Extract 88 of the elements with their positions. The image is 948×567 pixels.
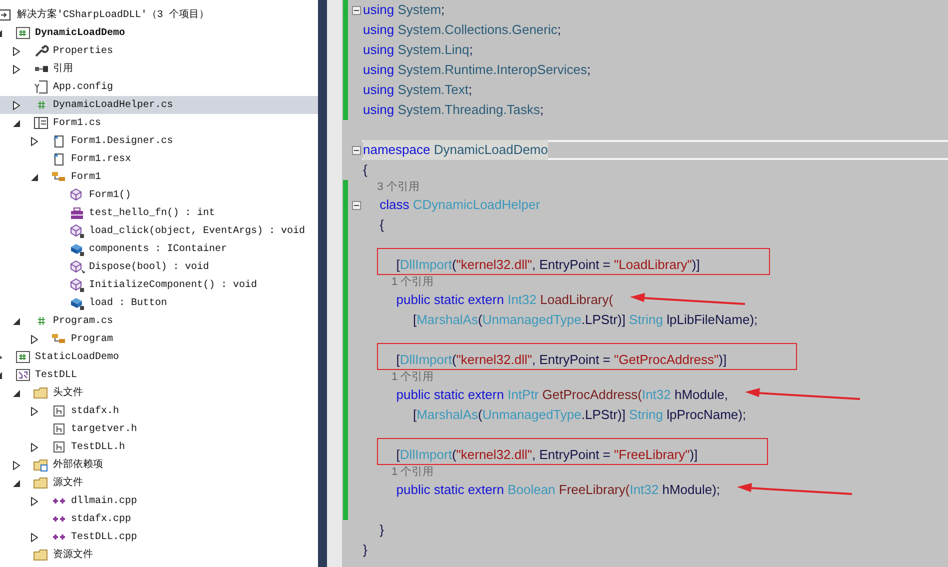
tree-item[interactable]: Form1() <box>0 186 318 204</box>
collapsed-arrow-icon[interactable] <box>13 100 20 110</box>
header-file-icon <box>51 421 67 437</box>
project-icon <box>15 25 31 41</box>
tree-item[interactable]: Form1.cs <box>0 114 318 132</box>
collapsed-arrow-icon[interactable] <box>31 334 38 344</box>
project-icon <box>15 367 31 383</box>
code-line: using System.Text; <box>363 81 472 100</box>
solution-icon <box>0 7 13 23</box>
code-line: [MarshalAs(UnmanagedType.LPStr)] String lpProcName); <box>412 406 746 424</box>
expanded-arrow-icon[interactable] <box>13 318 20 324</box>
collapsed-arrow-icon[interactable] <box>13 64 20 74</box>
tree-item[interactable]: Form1 <box>0 168 318 186</box>
code-line: } <box>380 521 384 540</box>
tree-item[interactable]: Program.cs <box>0 312 318 330</box>
folder-icon <box>33 385 49 401</box>
code-line: using System.Linq; <box>363 41 473 60</box>
tree-item[interactable]: 外部依赖项 <box>0 456 318 474</box>
collapsed-arrow-icon[interactable] <box>31 496 38 506</box>
code-line: [MarshalAs(UnmanagedType.LPStr)] String lpLibFileName); <box>412 311 758 330</box>
tree-item[interactable]: DynamicLoadHelper.cs <box>0 96 318 114</box>
code-line: public static extern Boolean FreeLibrary(Int32 hModule); <box>396 481 720 500</box>
tree-item[interactable]: 解决方案'CSharpLoadDLL'（3 个项目） <box>0 6 318 24</box>
collapse-icon[interactable] <box>352 146 361 155</box>
tree-item[interactable]: DynamicLoadDemo <box>0 24 318 42</box>
code-line: public static extern IntPtr GetProcAddress(Int32 hModule, <box>396 386 728 404</box>
tree-item[interactable]: StaticLoadDemo <box>0 348 318 366</box>
header-file-icon <box>51 403 67 419</box>
code-line: using System; <box>363 1 445 20</box>
tree-item[interactable]: 资源文件 <box>0 546 318 564</box>
code-line: public static extern Int32 LoadLibrary( <box>396 291 614 310</box>
code-line: using System.Collections.Generic; <box>363 21 561 40</box>
form-icon <box>33 115 49 131</box>
tree-item[interactable]: stdafx.h <box>0 402 318 420</box>
folder-icon <box>33 547 49 563</box>
tree-item[interactable]: Form1.resx <box>0 150 318 168</box>
wrench-icon <box>33 43 49 59</box>
field-icon <box>69 241 85 257</box>
tree-item[interactable]: App.config <box>0 78 318 96</box>
code-line: using System.Threading.Tasks; <box>363 101 544 120</box>
tree-item[interactable]: 头文件 <box>0 384 318 402</box>
folder-icon <box>33 457 49 473</box>
toolbox-icon <box>69 205 85 221</box>
code-line: } <box>363 541 368 560</box>
code-line: [DllImport("kernel32.dll", EntryPoint = "LoadLibrary")] <box>396 256 700 274</box>
tree-item[interactable]: load : Button <box>0 294 318 312</box>
code-line: using System.Runtime.InteropServices; <box>363 61 591 80</box>
tree-item[interactable]: load_click(object, EventArgs) : void <box>0 222 318 240</box>
collapsed-arrow-icon[interactable] <box>13 460 20 470</box>
collapsed-arrow-icon[interactable] <box>31 532 38 542</box>
collapsed-arrow-icon[interactable] <box>31 406 38 416</box>
tree-item[interactable]: 引用 <box>0 60 318 78</box>
method-icon <box>69 277 85 293</box>
tree-item[interactable]: Program <box>0 330 318 348</box>
tree-item[interactable]: Form1.Designer.cs <box>0 132 318 150</box>
collapsed-arrow-icon[interactable] <box>31 442 38 452</box>
code-line: { <box>363 161 368 180</box>
tree-item[interactable]: targetver.h <box>0 420 318 438</box>
tree-item[interactable]: stdafx.cpp <box>0 510 318 528</box>
tree-item[interactable]: 源文件 <box>0 474 318 492</box>
method-icon <box>69 259 85 275</box>
expanded-arrow-icon[interactable] <box>13 120 20 126</box>
tree-item[interactable]: test_hello_fn() : int <box>0 204 318 222</box>
collapse-icon[interactable] <box>352 201 361 210</box>
tree-item[interactable]: TestDLL.h <box>0 438 318 456</box>
tree-item[interactable]: Dispose(bool) : void <box>0 258 318 276</box>
tree-item[interactable]: components : IContainer <box>0 240 318 258</box>
expanded-arrow-icon[interactable] <box>13 480 20 486</box>
method-icon <box>69 223 85 239</box>
collapsed-arrow-icon[interactable] <box>13 46 20 56</box>
code-line: class CDynamicLoadHelper <box>380 196 540 214</box>
project-icon <box>15 349 31 365</box>
tree-item[interactable]: Properties <box>0 42 318 60</box>
tree-item[interactable]: TestDLL.cpp <box>0 528 318 546</box>
tree-item[interactable]: TestDLL <box>0 366 318 384</box>
tree-item[interactable]: InitializeComponent() : void <box>0 276 318 294</box>
collapse-icon[interactable] <box>352 6 361 15</box>
header-file-icon <box>51 439 67 455</box>
tree-item[interactable]: dllmain.cpp <box>0 492 318 510</box>
expanded-arrow-icon[interactable] <box>31 174 38 180</box>
expanded-arrow-icon[interactable] <box>13 390 20 396</box>
folder-icon <box>33 475 49 491</box>
config-file-icon <box>33 79 49 95</box>
code-line: [DllImport("kernel32.dll", EntryPoint = "FreeLibrary")] <box>396 446 698 464</box>
code-line: [DllImport("kernel32.dll", EntryPoint = "GetProcAddress")] <box>396 351 727 370</box>
field-icon <box>69 295 85 311</box>
collapsed-arrow-icon[interactable] <box>31 136 38 146</box>
code-line: { <box>380 216 384 234</box>
